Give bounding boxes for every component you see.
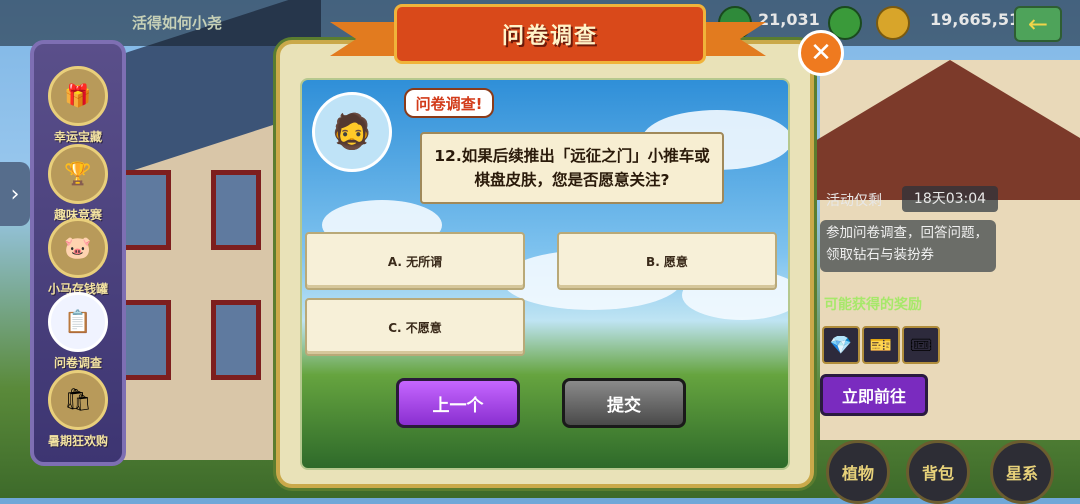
survey-speech-bubble: 问卷调查! — [404, 88, 494, 118]
dialog-title: 问卷调查 — [394, 4, 706, 64]
treasure-chest-icon: 🎁 — [48, 66, 108, 126]
time-remaining-value: 18天03:04 — [902, 186, 998, 212]
piggy-bank-icon: 🐷 — [48, 218, 108, 278]
player-name: 活得如何小尧 — [132, 14, 223, 32]
coupon-reward-icon[interactable]: 🎟 — [902, 326, 940, 364]
event-sidebar: 🎁 幸运宝藏 🏆 趣味竞赛 🐷 小马存钱罐 📋 问卷调查 🛍 暑期狂欢购 — [30, 40, 126, 466]
diamond-reward-icon[interactable]: 💎 — [822, 326, 860, 364]
tab-galaxy[interactable]: 星系 — [990, 440, 1054, 504]
option-b[interactable]: B. 愿意 — [557, 232, 777, 290]
time-remaining: 活动仅剩 18天03:04 — [820, 186, 1000, 216]
tab-backpack-label: 背包 — [921, 464, 954, 483]
rewards-title: 可能获得的奖励 — [824, 297, 922, 313]
crazy-dave-avatar: 🧔 — [312, 92, 392, 172]
tab-galaxy-label: 星系 — [1005, 464, 1038, 483]
option-c[interactable]: C. 不愿意 — [305, 298, 525, 356]
sidebar-item-summer-shop[interactable]: 🛍 暑期狂欢购 — [38, 370, 118, 448]
ticket-reward-icon[interactable]: 🎫 — [862, 326, 900, 364]
submit-button[interactable]: 提交 — [562, 378, 686, 428]
survey-icon: 📋 — [48, 292, 108, 352]
event-description: 参加问卷调查，回答问题，领取钻石与装扮券 — [820, 220, 996, 272]
sidebar-item-label: 暑期狂欢购 — [47, 434, 108, 448]
summer-shop-icon: 🛍 — [48, 370, 108, 430]
time-remaining-label: 活动仅剩 — [826, 193, 882, 209]
sidebar-item-label: 问卷调查 — [53, 356, 102, 370]
sidebar-item-survey[interactable]: 📋 问卷调查 — [38, 292, 118, 370]
sidebar-item-label: 幸运宝藏 — [53, 130, 102, 144]
survey-question: 12.如果后续推出「远征之门」小推车或棋盘皮肤，您是否愿意关注? — [420, 132, 724, 204]
contest-icon: 🏆 — [48, 144, 108, 204]
tab-plants-label: 植物 — [841, 464, 874, 483]
back-button[interactable]: ← — [1014, 6, 1062, 42]
tab-backpack[interactable]: 背包 — [906, 440, 970, 504]
dialog-title-banner: 问卷调查 — [330, 4, 766, 64]
sidebar-item-contest[interactable]: 🏆 趣味竞赛 — [38, 144, 118, 222]
coin-icon — [876, 6, 910, 40]
coin-count: 21,031 — [758, 10, 820, 29]
tab-plants[interactable]: 植物 — [826, 440, 890, 504]
option-a[interactable]: A. 无所谓 — [305, 232, 525, 290]
expand-sidebar-button[interactable]: › — [0, 162, 30, 226]
previous-button[interactable]: 上一个 — [396, 378, 520, 428]
sidebar-item-piggy-bank[interactable]: 🐷 小马存钱罐 — [38, 218, 118, 296]
go-now-button[interactable]: 立即前往 — [820, 374, 928, 416]
sidebar-item-treasure[interactable]: 🎁 幸运宝藏 — [38, 66, 118, 144]
close-button[interactable]: ✕ — [798, 30, 844, 76]
